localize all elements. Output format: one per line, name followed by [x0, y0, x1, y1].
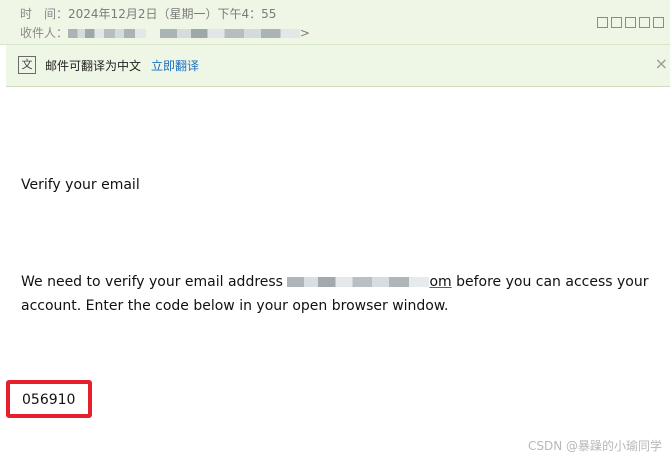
translate-icon: 文: [18, 56, 36, 74]
print-icon[interactable]: [639, 17, 650, 28]
translate-text: 邮件可翻译为中文: [45, 59, 142, 73]
recipient-row: 收件人： >: [20, 24, 310, 41]
mail-header: 时 间：2024年12月2日（星期一）下午4：55 收件人： >: [0, 0, 670, 45]
close-icon[interactable]: ×: [655, 54, 668, 73]
header-toolbar: [597, 17, 664, 28]
translate-bar: 文 邮件可翻译为中文 立即翻译 ×: [6, 45, 670, 87]
recipient-name-redacted[interactable]: [68, 29, 147, 38]
recipient-address-redacted[interactable]: [159, 29, 300, 38]
restore-icon[interactable]: [611, 17, 622, 28]
email-heading: Verify your email: [21, 177, 140, 193]
expand-icon[interactable]: [653, 17, 664, 28]
email-address-tail: om: [429, 274, 452, 290]
recipient-tail: >: [299, 26, 310, 40]
time-row: 时 间：2024年12月2日（星期一）下午4：55: [20, 5, 276, 22]
para-before: We need to verify your email address: [21, 274, 288, 290]
email-paragraph: We need to verify your email address om …: [21, 270, 661, 318]
email-address-link[interactable]: om: [287, 274, 452, 290]
email-address-redacted: [287, 277, 430, 287]
verification-code: 056910: [22, 392, 76, 408]
download-icon[interactable]: [625, 17, 636, 28]
translate-now-link[interactable]: 立即翻译: [151, 57, 199, 74]
window-icon[interactable]: [597, 17, 608, 28]
watermark: CSDN @暴躁的小瑜同学: [527, 439, 662, 453]
time-value: 2024年12月2日（星期一）下午4：55: [68, 7, 277, 21]
time-label: 时 间：: [20, 7, 69, 21]
recipient-label: 收件人：: [20, 26, 69, 40]
